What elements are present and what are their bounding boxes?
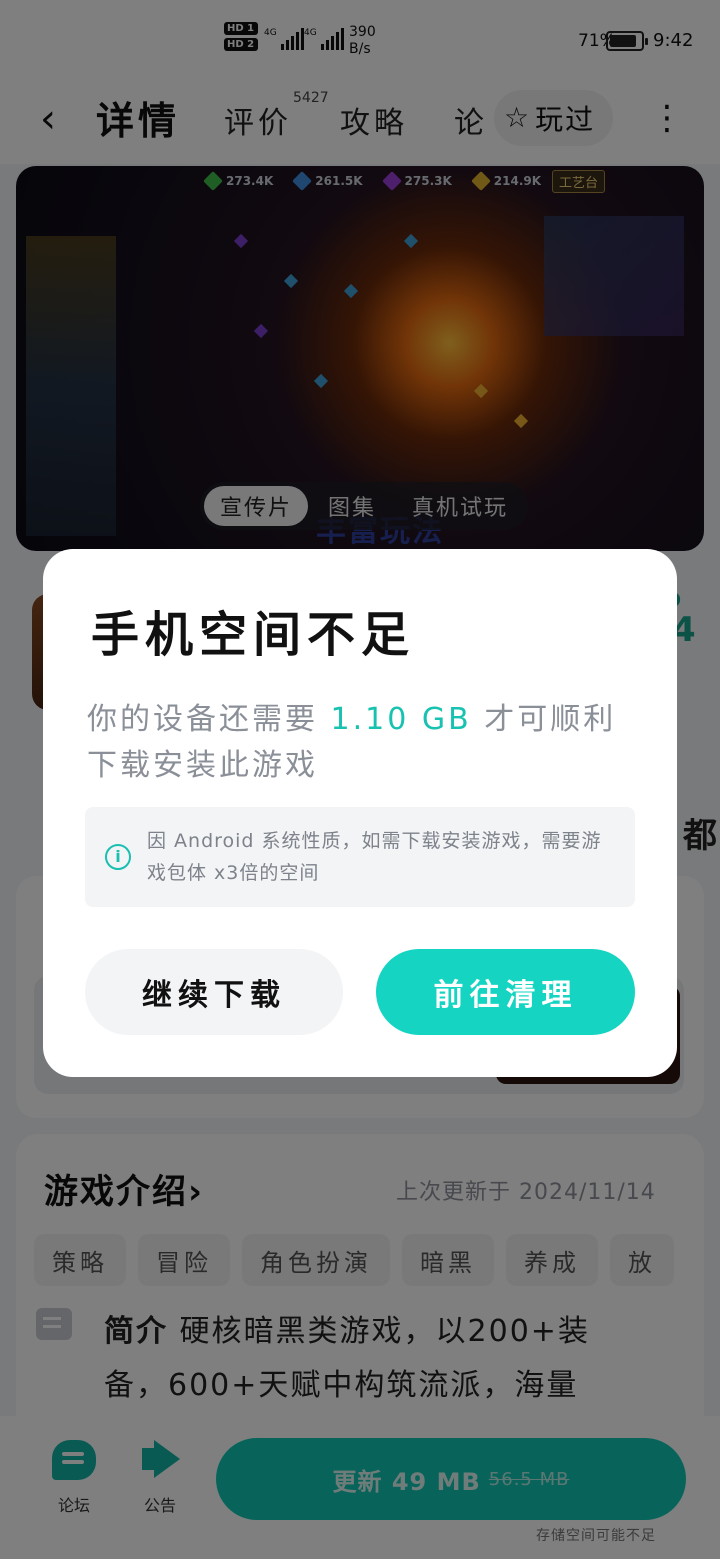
message-before: 你的设备还需要 <box>87 702 331 737</box>
dialog-message: 你的设备还需要 1.10 GB 才可顺利下载安装此游戏 <box>87 697 647 789</box>
info-box: i 因 Android 系统性质，如需下载安装游戏，需要游戏包体 x3倍的空间 <box>85 807 635 907</box>
info-text: 因 Android 系统性质，如需下载安装游戏，需要游戏包体 x3倍的空间 <box>147 830 602 884</box>
storage-dialog: 手机空间不足 你的设备还需要 1.10 GB 才可顺利下载安装此游戏 i 因 A… <box>43 549 677 1077</box>
required-size: 1.10 GB <box>330 702 472 737</box>
info-icon: i <box>105 844 131 870</box>
dialog-title: 手机空间不足 <box>91 607 416 663</box>
go-clean-button[interactable]: 前往清理 <box>376 949 635 1035</box>
continue-download-button[interactable]: 继续下载 <box>85 949 343 1035</box>
